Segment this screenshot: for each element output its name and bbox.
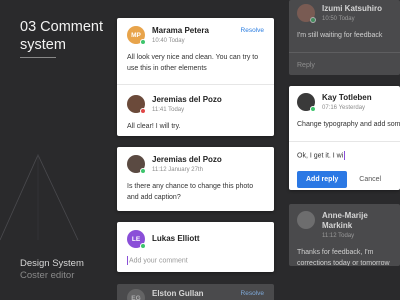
cancel-button[interactable]: Cancel xyxy=(359,176,381,183)
comment-text: Is there any chance to change this photo… xyxy=(127,183,254,201)
comment-text: All look very nice and clean. You can tr… xyxy=(127,54,259,72)
reply-input[interactable]: Ok, I get it. I wi xyxy=(297,150,392,161)
footer-title: Design System xyxy=(20,258,84,269)
divider xyxy=(289,51,400,53)
comment-header: Kay Totleben 07:16 Yesterday xyxy=(297,93,392,113)
avatar[interactable]: MP xyxy=(127,26,146,45)
comment-header: EG Elston Gullan Resolve xyxy=(127,289,264,300)
comment-author: Kay Totleben xyxy=(322,93,372,102)
comment-thread-card: MP Marama Petera 10:40 Today Resolve All… xyxy=(117,18,274,136)
reply-actions: Add reply Cancel xyxy=(297,170,392,188)
comment-author: Izumi Katsuhiro xyxy=(322,4,383,13)
avatar[interactable] xyxy=(297,93,316,112)
comment-header: LE Lukas Elliott xyxy=(127,230,264,249)
avatar[interactable] xyxy=(297,4,316,23)
comment-timestamp: 10:40 Today xyxy=(152,38,185,44)
avatar[interactable] xyxy=(297,211,315,229)
comment-text: I'm still waiting for feedback xyxy=(297,32,383,39)
online-status-icon xyxy=(310,17,316,23)
text-caret xyxy=(344,150,346,160)
add-reply-button[interactable]: Add reply xyxy=(297,170,348,188)
comment-author: Marama Petera xyxy=(152,26,209,35)
comment-author: Lukas Elliott xyxy=(152,234,200,243)
resolve-button[interactable]: Resolve xyxy=(241,26,264,36)
new-comment-card: LE Lukas Elliott Add your comment xyxy=(117,222,274,272)
comment-thread-card: EG Elston Gullan Resolve xyxy=(117,284,274,300)
online-status-icon xyxy=(140,39,146,45)
comment-header: Jeremias del Pozo 11:41 Today xyxy=(127,95,264,115)
comment-header: Izumi Katsuhiro 10:50 Today xyxy=(297,4,392,24)
title-divider xyxy=(20,57,56,58)
away-status-icon xyxy=(140,108,146,114)
comment-author: Elston Gullan xyxy=(152,289,204,298)
reply-input[interactable]: Reply xyxy=(297,61,392,71)
comment-text: All clear! I will try. xyxy=(127,123,181,130)
comment-thread-card: Anne-Marije Markink 11:12 Today Thanks f… xyxy=(289,204,400,266)
comment-header: Jeremias del Pozo 11:12 January 27th xyxy=(127,155,264,175)
comment-timestamp: 11:12 Today xyxy=(322,233,355,239)
comment-timestamp: 11:12 January 27th xyxy=(152,167,203,173)
comment-author: Jeremias del Pozo xyxy=(152,95,222,104)
comment-thread-card: Izumi Katsuhiro 10:50 Today I'm still wa… xyxy=(289,0,400,75)
online-status-icon xyxy=(140,168,146,174)
comment-timestamp: 11:41 Today xyxy=(152,107,185,113)
active-comment-card: Kay Totleben 07:16 Yesterday Change typo… xyxy=(289,86,400,190)
online-status-icon xyxy=(140,243,146,249)
avatar[interactable]: LE xyxy=(127,230,146,249)
comment-thread-card: Jeremias del Pozo 11:12 January 27th Is … xyxy=(117,147,274,211)
avatar[interactable]: EG xyxy=(127,289,145,300)
avatar[interactable] xyxy=(127,95,146,114)
comment-text: Thanks for feedback, I'm corrections tod… xyxy=(297,249,390,266)
footer-label: Design System Coster editor xyxy=(20,258,84,282)
comment-author: Anne-Marije Markink xyxy=(322,211,368,230)
comment-text: Change typography and add som xyxy=(297,121,400,128)
footer-subtitle: Coster editor xyxy=(20,270,75,281)
divider xyxy=(289,140,400,142)
resolve-button[interactable]: Resolve xyxy=(241,289,264,299)
comment-header: MP Marama Petera 10:40 Today Resolve xyxy=(127,26,264,46)
comment-timestamp: 10:50 Today xyxy=(322,16,355,22)
page-title: 03 Comment system xyxy=(20,19,104,53)
comment-timestamp: 07:16 Yesterday xyxy=(322,105,366,111)
divider xyxy=(117,84,274,85)
comment-author: Jeremias del Pozo xyxy=(152,155,222,164)
comment-header: Anne-Marije Markink 11:12 Today xyxy=(297,211,392,241)
text-caret xyxy=(127,256,128,265)
online-status-icon xyxy=(310,106,316,112)
avatar[interactable] xyxy=(127,155,146,174)
comment-input[interactable]: Add your comment xyxy=(127,256,264,266)
